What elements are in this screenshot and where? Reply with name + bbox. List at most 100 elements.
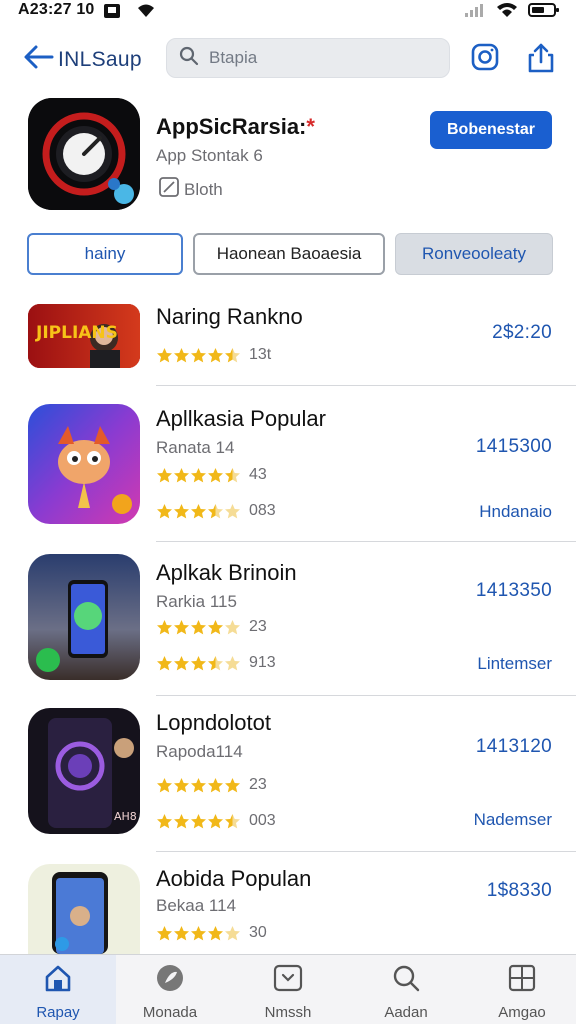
tab-1[interactable]: hainy [27, 233, 183, 275]
rating-stars: 003 [156, 812, 276, 830]
rating-count: 083 [249, 502, 276, 519]
back-arrow-icon [22, 42, 54, 77]
star-icon [224, 813, 241, 830]
row-app-icon: AH8 [28, 708, 140, 834]
nav-bar: INLSaup Btapia [0, 36, 576, 80]
star-icon [190, 467, 207, 484]
tab-bar-item-5[interactable]: Amgao [472, 963, 572, 1021]
list-item[interactable]: JIPLIANS Naring Rankno 13t 2$2:20 [0, 288, 576, 386]
tab-bar-item-2[interactable]: Monada [120, 963, 220, 1021]
star-icon [224, 655, 241, 672]
star-icon [207, 925, 224, 942]
star-icon [190, 619, 207, 636]
star-icon [156, 925, 173, 942]
star-icon [156, 503, 173, 520]
star-icon [207, 347, 224, 364]
row-action[interactable]: Hndanaio [479, 502, 552, 522]
rating-count: 003 [249, 812, 276, 829]
signal-icon [464, 2, 486, 23]
tab-bar-item-3[interactable]: Nmssh [238, 963, 338, 1021]
star-icon [207, 655, 224, 672]
message-icon [272, 963, 304, 998]
tab-bar-label: Rapay [36, 1004, 80, 1021]
row-value: 1$8330 [486, 880, 552, 901]
star-icon [224, 467, 241, 484]
rating-count: 23 [249, 776, 267, 793]
back-button[interactable]: INLSaup [22, 42, 142, 77]
tab-bar-item-home[interactable]: Rapay [8, 963, 108, 1021]
wifi-icon [496, 2, 518, 23]
row-app-icon [28, 554, 140, 680]
divider [156, 851, 576, 852]
star-icon [173, 467, 190, 484]
location-icon [136, 3, 156, 24]
rating-stars: 913 [156, 654, 276, 672]
row-action[interactable]: Lintemser [477, 654, 552, 674]
tab-3[interactable]: Ronveooleaty [395, 233, 553, 275]
row-app-icon: JIPLIANS [28, 304, 140, 368]
rating-stars: 13t [156, 346, 271, 364]
star-icon [207, 619, 224, 636]
list-item[interactable]: Apllkasia Popular Ranata 14 43 083 14153… [0, 398, 576, 542]
row-icon-text: AH8 [114, 810, 137, 823]
get-button[interactable]: Bobenestar [430, 111, 552, 149]
tab-bar-label: Aadan [384, 1004, 428, 1021]
search-input[interactable]: Btapia [166, 38, 450, 78]
row-app-icon [28, 864, 140, 954]
rating-count: 913 [249, 654, 276, 671]
divider [156, 695, 576, 696]
app-icon [28, 98, 140, 210]
app-meta: Bloth [158, 176, 223, 203]
divider [156, 385, 576, 386]
row-icon-text: JIPLIANS [35, 323, 118, 343]
home-icon [43, 963, 73, 998]
row-value: 1413120 [475, 736, 552, 757]
row-action[interactable]: Nademser [474, 810, 552, 830]
rating-count: 23 [249, 618, 267, 635]
list-item[interactable]: AH8 Lopndolotot Rapoda114 23 003 1413120… [0, 706, 576, 852]
rating-stars: 083 [156, 502, 276, 520]
tab-bar-item-4[interactable]: Aadan [356, 963, 456, 1021]
star-icon [224, 925, 241, 942]
list-item[interactable]: Aobida Populan Bekaa 114 30 1$8330 [0, 862, 576, 954]
tab-bar-label: Nmssh [264, 1004, 312, 1021]
segmented-tabs: hainy Haonean Baoaesia Ronveooleaty [0, 232, 576, 276]
star-icon [156, 813, 173, 830]
row-title: Aplkak Brinoin [156, 560, 297, 585]
star-icon [207, 503, 224, 520]
row-value: 1413350 [475, 580, 552, 601]
app-title-mark: * [306, 114, 315, 139]
star-icon [224, 619, 241, 636]
app-header: AppSicRarsia:* App Stontak 6 Bloth Boben… [0, 96, 576, 216]
star-icon [207, 813, 224, 830]
row-subtitle: Rapoda114 [156, 742, 243, 761]
apps-icon [507, 963, 537, 998]
star-icon [156, 655, 173, 672]
status-time: A23:27 10 [18, 1, 95, 18]
star-icon [156, 777, 173, 794]
tab-bar-label: Amgao [498, 1004, 546, 1021]
rating-count: 43 [249, 466, 267, 483]
edit-icon [158, 176, 180, 203]
star-icon [173, 925, 190, 942]
back-label: INLSaup [58, 47, 142, 71]
star-icon [190, 503, 207, 520]
star-icon [173, 503, 190, 520]
star-icon [224, 503, 241, 520]
list-item[interactable]: Aplkak Brinoin Rarkia 115 23 913 1413350… [0, 552, 576, 696]
row-title: Naring Rankno [156, 304, 303, 329]
star-icon [156, 467, 173, 484]
rating-count: 13t [249, 346, 272, 363]
search-icon [391, 963, 421, 998]
status-bar: A23:27 10 [0, 0, 576, 22]
camera-icon[interactable] [470, 42, 500, 72]
app-title: AppSicRarsia:* [156, 114, 315, 140]
search-icon [179, 46, 199, 71]
app-meta-text: Bloth [184, 179, 223, 199]
tab-2[interactable]: Haonean Baoaesia [193, 233, 385, 275]
star-icon [224, 777, 241, 794]
search-placeholder: Btapia [209, 48, 258, 67]
star-icon [173, 777, 190, 794]
rating-stars: 23 [156, 776, 267, 794]
share-icon[interactable] [526, 42, 556, 73]
